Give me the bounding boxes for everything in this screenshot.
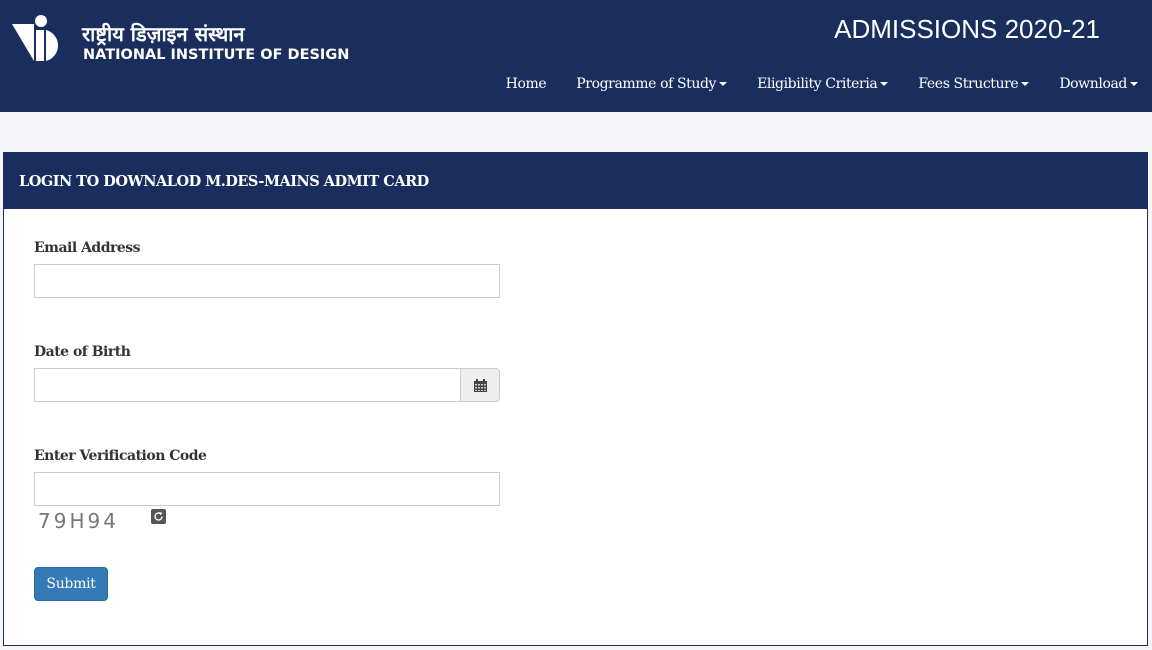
- dob-calendar-button[interactable]: [460, 368, 500, 402]
- nid-logo[interactable]: [12, 14, 72, 64]
- dob-label: Date of Birth: [34, 344, 131, 360]
- admissions-title: ADMISSIONS 2020-21: [834, 14, 1100, 44]
- nav-item-label: Programme of Study: [576, 76, 717, 92]
- email-label: Email Address: [34, 240, 141, 256]
- nav-item-fees-structure[interactable]: Fees Structure: [903, 76, 1044, 92]
- nav-item-eligibility-criteria[interactable]: Eligibility Criteria: [742, 76, 903, 92]
- login-panel: LOGIN TO DOWNALOD M.DES-MAINS ADMIT CARD…: [3, 152, 1148, 646]
- refresh-icon: [154, 512, 163, 521]
- caret-down-icon: [719, 82, 728, 86]
- verification-label: Enter Verification Code: [34, 448, 207, 464]
- nav-item-label: Download: [1059, 76, 1127, 92]
- dob-input-group: [34, 368, 500, 402]
- logo-hindi-text: राष्ट्रीय डिज़ाइन संस्थान: [82, 22, 245, 46]
- caret-down-icon: [880, 82, 889, 86]
- main-nav: Home Programme of Study Eligibility Crit…: [491, 76, 1138, 92]
- nav-item-programme-of-study[interactable]: Programme of Study: [561, 76, 742, 92]
- logo-english-text: NATIONAL INSTITUTE OF DESIGN: [83, 47, 350, 63]
- captcha-image: 79H94: [38, 509, 119, 533]
- caret-down-icon: [1021, 82, 1030, 86]
- caret-down-icon: [1130, 82, 1138, 86]
- submit-button[interactable]: Submit: [34, 567, 108, 601]
- dob-input[interactable]: [34, 368, 460, 402]
- captcha-refresh-button[interactable]: [151, 509, 166, 524]
- nav-item-label: Eligibility Criteria: [757, 76, 878, 92]
- site-header: राष्ट्रीय डिज़ाइन संस्थान NATIONAL INSTI…: [0, 0, 1152, 112]
- nav-item-home[interactable]: Home: [491, 76, 562, 92]
- nav-item-label: Fees Structure: [918, 76, 1019, 92]
- panel-title: LOGIN TO DOWNALOD M.DES-MAINS ADMIT CARD: [4, 153, 1147, 209]
- nav-item-download[interactable]: Download: [1044, 76, 1138, 92]
- calendar-icon: [473, 378, 487, 392]
- nav-item-label: Home: [505, 76, 547, 92]
- email-input[interactable]: [34, 264, 500, 298]
- verification-code-input[interactable]: [34, 472, 500, 506]
